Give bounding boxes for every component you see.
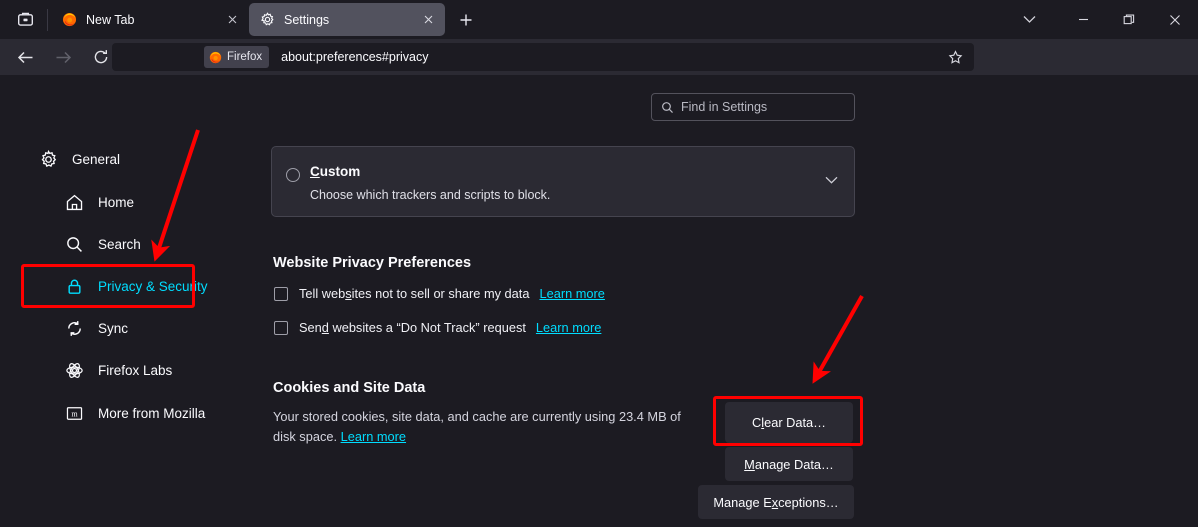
sync-icon bbox=[64, 318, 84, 338]
tracking-protection-custom-card[interactable]: Custom Choose which trackers and scripts… bbox=[271, 146, 855, 217]
mozilla-icon: m bbox=[64, 403, 84, 423]
identity-chip-label: Firefox bbox=[227, 51, 263, 63]
tab-close-icon[interactable] bbox=[221, 9, 243, 31]
tab-title: Settings bbox=[284, 12, 330, 27]
tab-title: New Tab bbox=[86, 12, 135, 27]
search-icon bbox=[661, 101, 674, 114]
atom-icon bbox=[64, 360, 84, 380]
sidebar-item-label: More from Mozilla bbox=[98, 405, 206, 421]
sidebar-item-sync[interactable]: Sync bbox=[52, 310, 238, 346]
window-controls bbox=[1012, 0, 1198, 39]
sidebar-item-general[interactable]: General bbox=[26, 141, 212, 177]
cookies-description-text: Your stored cookies, site data, and cach… bbox=[273, 409, 681, 444]
custom-radio-button[interactable] bbox=[286, 168, 300, 182]
do-not-sell-checkbox[interactable] bbox=[274, 286, 288, 301]
custom-card-title-rest: ustom bbox=[319, 164, 361, 179]
cookies-description: Your stored cookies, site data, and cach… bbox=[273, 407, 693, 447]
checkbox-row-do-not-sell[interactable]: Tell websites not to sell or share my da… bbox=[274, 286, 605, 301]
firefox-icon bbox=[209, 51, 222, 64]
firefox-view-button[interactable] bbox=[5, 5, 45, 35]
manage-data-button[interactable]: Manage Data… bbox=[725, 447, 853, 481]
tab-divider bbox=[47, 8, 48, 31]
learn-more-link-cookies[interactable]: Learn more bbox=[341, 429, 406, 444]
cookies-heading: Cookies and Site Data bbox=[273, 380, 426, 396]
search-input[interactable]: Find in Settings bbox=[651, 93, 855, 121]
custom-card-description: Choose which trackers and scripts to blo… bbox=[310, 188, 551, 202]
tab-strip: New Tab Settings bbox=[0, 0, 1198, 39]
sidebar-item-label: Search bbox=[98, 236, 141, 252]
sidebar-item-label: Home bbox=[98, 194, 135, 210]
manage-data-button-label: Manage Data… bbox=[744, 456, 834, 472]
lock-icon bbox=[64, 276, 84, 296]
gear-icon bbox=[259, 12, 275, 28]
new-tab-button[interactable] bbox=[451, 5, 481, 35]
bookmark-star-icon[interactable] bbox=[942, 46, 968, 68]
clear-data-button[interactable]: Clear Data… bbox=[725, 402, 853, 443]
sidebar-item-privacy-security[interactable]: Privacy & Security bbox=[52, 268, 238, 304]
checkbox-row-do-not-track[interactable]: Send websites a “Do Not Track” request L… bbox=[274, 320, 601, 335]
settings-main-pane: Find in Settings Custom Choose which tra… bbox=[238, 75, 1198, 527]
manage-exceptions-button[interactable]: Manage Exceptions… bbox=[698, 485, 854, 519]
list-all-tabs-button[interactable] bbox=[1012, 5, 1046, 35]
window-minimize-button[interactable] bbox=[1060, 0, 1106, 39]
window-close-button[interactable] bbox=[1152, 0, 1198, 39]
firefox-icon bbox=[61, 12, 77, 28]
learn-more-link-do-not-sell[interactable]: Learn more bbox=[539, 286, 604, 301]
sidebar-item-label: Privacy & Security bbox=[98, 278, 208, 294]
url-text: about:preferences#privacy bbox=[281, 50, 429, 64]
back-button[interactable] bbox=[8, 42, 42, 72]
do-not-track-checkbox[interactable] bbox=[274, 320, 288, 335]
tab-close-icon[interactable] bbox=[417, 9, 439, 31]
sidebar-item-home[interactable]: Home bbox=[52, 184, 238, 220]
chevron-down-icon[interactable] bbox=[825, 171, 838, 189]
manage-exceptions-button-label: Manage Exceptions… bbox=[713, 494, 839, 510]
custom-card-title: Custom bbox=[310, 164, 361, 179]
settings-content: General Home Search Privacy & Security S… bbox=[0, 75, 1198, 527]
forward-button[interactable] bbox=[46, 42, 80, 72]
sidebar-item-more-from-mozilla[interactable]: m More from Mozilla bbox=[52, 395, 238, 431]
home-icon bbox=[64, 192, 84, 212]
sidebar-item-label: Sync bbox=[98, 320, 129, 336]
do-not-sell-label: Tell websites not to sell or share my da… bbox=[299, 286, 530, 301]
identity-chip[interactable]: Firefox bbox=[204, 46, 270, 68]
learn-more-link-do-not-track[interactable]: Learn more bbox=[536, 320, 601, 335]
search-icon bbox=[64, 234, 84, 254]
do-not-track-label: Send websites a “Do Not Track” request bbox=[299, 320, 526, 335]
tab-new-tab[interactable]: New Tab bbox=[51, 3, 249, 36]
sidebar-item-label: General bbox=[72, 151, 121, 167]
gear-icon bbox=[38, 149, 58, 169]
firefox-settings-window: New Tab Settings Firefox about:preferenc… bbox=[0, 0, 1198, 527]
tab-settings[interactable]: Settings bbox=[249, 3, 445, 36]
sidebar-item-firefox-labs[interactable]: Firefox Labs bbox=[52, 352, 238, 388]
clear-data-button-label: Clear Data… bbox=[752, 415, 826, 430]
navigation-toolbar: Firefox about:preferences#privacy bbox=[0, 39, 1198, 104]
sidebar-item-search[interactable]: Search bbox=[52, 226, 238, 262]
url-bar[interactable]: Firefox about:preferences#privacy bbox=[112, 43, 974, 71]
settings-sidebar: General Home Search Privacy & Security S… bbox=[0, 75, 238, 527]
website-privacy-heading: Website Privacy Preferences bbox=[273, 255, 472, 271]
svg-text:m: m bbox=[71, 409, 78, 418]
window-maximize-button[interactable] bbox=[1106, 0, 1152, 39]
sidebar-item-label: Firefox Labs bbox=[98, 362, 173, 378]
search-placeholder: Find in Settings bbox=[681, 100, 768, 114]
